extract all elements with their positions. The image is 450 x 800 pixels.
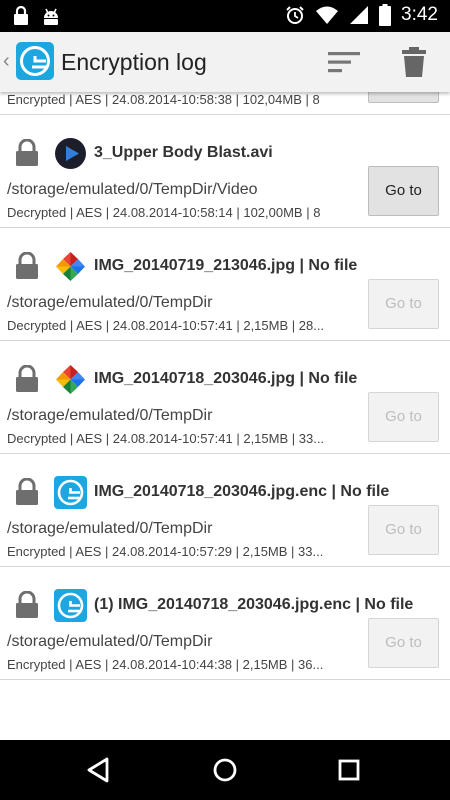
status-bar: 3:42 — [0, 0, 450, 32]
entry-title: 3_Upper Body Blast.avi — [94, 144, 273, 161]
entry-meta: Encrypted | AES | 24.08.2014-10:57:29 | … — [7, 544, 324, 559]
home-icon[interactable] — [209, 754, 241, 786]
entry-title: IMG_20140718_203046.jpg.enc | No file — [94, 483, 390, 500]
navigation-bar — [0, 740, 450, 800]
log-entry[interactable]: 3_Upper Body Blast.avi/storage/emulated/… — [0, 115, 450, 228]
entry-meta: Encrypted | AES | 24.08.2014-10:58:38 | … — [7, 92, 320, 107]
log-entry[interactable]: IMG_20140718_203046.jpg | No file/storag… — [0, 341, 450, 454]
recents-icon[interactable] — [333, 754, 365, 786]
log-entry[interactable]: IMG_20140719_213046.jpg | No file/storag… — [0, 228, 450, 341]
entry-path: /storage/emulated/0/TempDir — [7, 407, 213, 424]
entry-meta: Decrypted | AES | 24.08.2014-10:58:14 | … — [7, 205, 321, 220]
lock-icon — [14, 251, 40, 280]
alarm-icon — [286, 6, 304, 24]
go-to-button[interactable]: Go to — [368, 166, 439, 216]
entry-path: /storage/emulated/0/TempDir — [7, 294, 213, 311]
signal-icon — [350, 6, 369, 24]
entry-path: /storage/emulated/0/TempDir — [7, 520, 213, 537]
entry-path: /storage/emulated/0/TempDir — [7, 633, 213, 650]
photos-pinwheel-icon — [54, 250, 87, 283]
clock: 3:42 — [401, 4, 438, 25]
photos-pinwheel-icon — [54, 363, 87, 396]
log-entry[interactable]: IMG_20140718_203046.jpg.enc | No file/st… — [0, 454, 450, 567]
encryptor-app-icon — [54, 589, 87, 622]
entry-title: IMG_20140719_213046.jpg | No file — [94, 257, 358, 274]
back-icon[interactable] — [83, 754, 115, 786]
battery-icon — [379, 4, 392, 26]
encryptor-logo-icon[interactable] — [16, 42, 54, 80]
android-debug-icon — [44, 8, 58, 25]
back-chevron-icon[interactable]: ‹ — [3, 50, 10, 73]
app-bar: ‹ Encryption log — [0, 32, 450, 92]
entry-meta: Decrypted | AES | 24.08.2014-10:57:41 | … — [7, 318, 325, 333]
log-entry[interactable]: 3_Upper Body Blast.avi.enc/storage/emula… — [0, 92, 450, 115]
trash-icon[interactable] — [401, 46, 427, 78]
go-to-button[interactable]: Go to — [368, 279, 439, 329]
go-to-button[interactable]: Go to — [368, 618, 439, 668]
entry-meta: Encrypted | AES | 24.08.2014-10:44:38 | … — [7, 657, 324, 672]
page-title: Encryption log — [61, 49, 207, 75]
log-entry[interactable]: (1) IMG_20140718_203046.jpg.enc | No fil… — [0, 567, 450, 680]
encryptor-app-icon — [54, 476, 87, 509]
wifi-icon — [316, 6, 339, 24]
go-to-button[interactable]: Go to — [368, 505, 439, 555]
entry-title: (1) IMG_20140718_203046.jpg.enc | No fil… — [94, 596, 414, 613]
entry-meta: Decrypted | AES | 24.08.2014-10:57:41 | … — [7, 431, 325, 446]
go-to-button[interactable]: Go to — [368, 92, 439, 103]
lock-notification-icon — [14, 6, 28, 25]
sort-icon[interactable] — [326, 49, 362, 75]
lock-icon — [14, 590, 40, 619]
lock-icon — [14, 138, 40, 167]
lock-icon — [14, 364, 40, 393]
video-play-icon — [54, 137, 87, 170]
encryption-log-list[interactable]: 3_Upper Body Blast.avi.enc/storage/emula… — [0, 92, 450, 740]
lock-icon — [14, 477, 40, 506]
go-to-button[interactable]: Go to — [368, 392, 439, 442]
entry-path: /storage/emulated/0/TempDir/Video — [7, 181, 258, 198]
entry-title: IMG_20140718_203046.jpg | No file — [94, 370, 358, 387]
